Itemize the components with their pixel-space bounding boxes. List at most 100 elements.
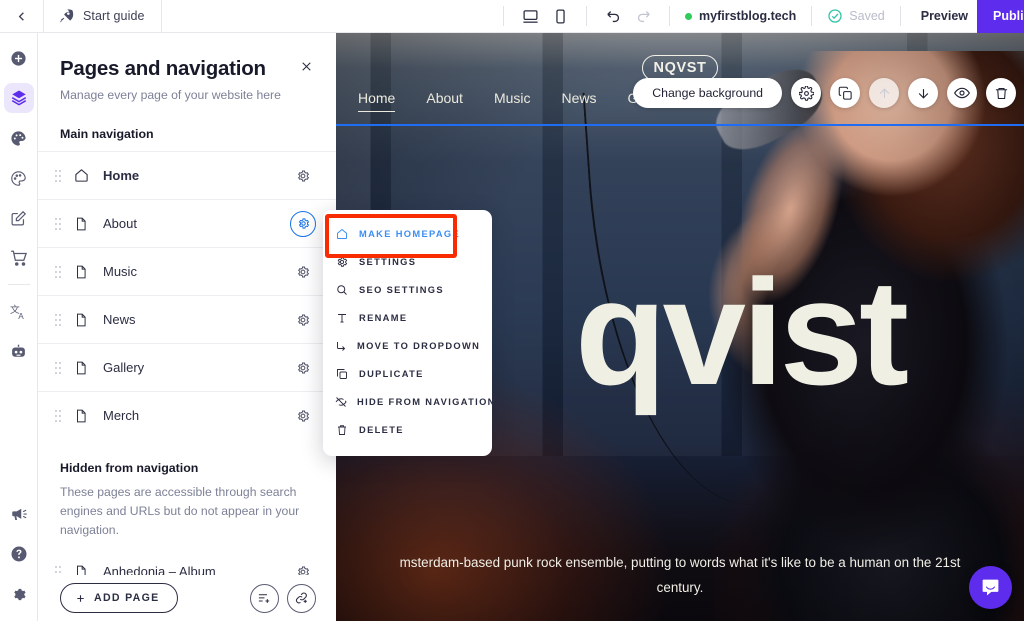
sidebar-item-store[interactable] [4, 243, 34, 273]
text-t-icon [335, 312, 349, 324]
drag-handle-icon[interactable] [54, 169, 66, 183]
page-icon [66, 361, 96, 375]
page-settings-button[interactable] [290, 307, 316, 333]
hero-tagline: msterdam-based punk rock ensemble, putti… [399, 555, 961, 595]
intercom-chat-button[interactable] [969, 566, 1012, 609]
page-settings-button[interactable] [290, 355, 316, 381]
page-row-merch[interactable]: Merch [38, 391, 336, 439]
section-delete-button[interactable] [986, 78, 1016, 108]
context-menu-delete[interactable]: DELETE [323, 416, 492, 444]
sidebar-item-add-element[interactable] [4, 43, 34, 73]
gear-icon [298, 266, 310, 277]
sidebar-item-languages[interactable]: 文 A [4, 297, 34, 327]
context-menu-make-homepage[interactable]: MAKE HOMEPAGE [323, 220, 492, 248]
eye-off-icon [335, 396, 347, 408]
sidebar-item-theme[interactable] [4, 163, 34, 193]
trash-icon [995, 87, 1007, 99]
page-row-about[interactable]: About [38, 199, 336, 247]
page-icon [66, 313, 96, 327]
add-link-button[interactable] [287, 583, 316, 613]
edit-square-icon [11, 210, 27, 225]
page-row-gallery[interactable]: Gallery [38, 343, 336, 391]
sidebar-item-pages-navigation[interactable] [3, 83, 34, 113]
sidebar-item-announcements[interactable] [4, 499, 34, 529]
mobile-view-icon [555, 8, 565, 24]
mobile-view-button[interactable] [547, 3, 573, 29]
page-label: News [103, 312, 136, 327]
site-domain[interactable]: myfirstblog.tech [681, 9, 800, 23]
preview-button[interactable]: Preview [912, 9, 977, 23]
page-settings-button[interactable] [290, 403, 316, 429]
rail-divider [7, 284, 30, 285]
context-menu-rename[interactable]: RENAME [323, 304, 492, 332]
home-icon [335, 228, 349, 240]
sidebar-item-settings[interactable] [4, 579, 34, 609]
site-nav-about[interactable]: About [426, 90, 463, 111]
site-nav-home[interactable]: Home [358, 90, 396, 112]
close-icon [301, 61, 311, 71]
site-nav-news[interactable]: News [562, 90, 597, 111]
hidden-navigation-section: Hidden from navigation These pages are a… [38, 439, 336, 540]
save-status: Saved [823, 8, 888, 24]
arrow-corner-icon [335, 340, 347, 352]
page-row-home[interactable]: Home [38, 151, 336, 199]
site-nav-music[interactable]: Music [494, 90, 531, 111]
add-page-button[interactable]: ADD PAGE [60, 583, 178, 613]
undo-button[interactable] [600, 3, 626, 29]
sidebar-item-help[interactable] [4, 539, 34, 569]
drag-handle-icon[interactable] [54, 313, 66, 327]
section-settings-button[interactable] [791, 78, 821, 108]
save-status-label: Saved [849, 9, 885, 23]
page-label: Home [103, 168, 140, 183]
arrow-down-icon [918, 88, 928, 99]
context-menu-label: SETTINGS [359, 257, 417, 267]
add-dropdown-button[interactable] [250, 583, 279, 613]
redo-icon [637, 10, 650, 22]
context-menu-move-to-dropdown[interactable]: MOVE TO DROPDOWN [323, 332, 492, 360]
start-guide-label: Start guide [83, 9, 145, 23]
page-row-news[interactable]: News [38, 295, 336, 343]
section-move-down-button[interactable] [908, 78, 938, 108]
context-menu-label: MAKE HOMEPAGE [359, 229, 461, 239]
desktop-view-button[interactable] [517, 3, 543, 29]
status-dot-icon [685, 12, 693, 20]
section-duplicate-button[interactable] [830, 78, 860, 108]
page-settings-button[interactable] [290, 163, 316, 189]
drag-handle-icon[interactable] [54, 217, 66, 231]
page-row-music[interactable]: Music [38, 247, 336, 295]
back-button[interactable] [0, 0, 44, 32]
context-menu-label: RENAME [359, 313, 408, 323]
change-background-button[interactable]: Change background [633, 78, 782, 108]
page-label: Gallery [103, 360, 145, 375]
page-settings-button[interactable] [290, 259, 316, 285]
shopping-cart-icon [10, 250, 27, 266]
context-menu-duplicate[interactable]: DUPLICATE [323, 360, 492, 388]
palette-filled-icon [11, 130, 26, 146]
drag-handle-icon[interactable] [54, 265, 66, 279]
section-move-up-button [869, 78, 899, 108]
context-menu-settings[interactable]: SETTINGS [323, 248, 492, 276]
context-menu-seo-settings[interactable]: SEO SETTINGS [323, 276, 492, 304]
hidden-navigation-title: Hidden from navigation [60, 461, 199, 475]
start-guide-button[interactable]: Start guide [44, 0, 162, 32]
gear-icon [335, 256, 349, 268]
panel-subtitle: Manage every page of your website here [60, 88, 281, 102]
sidebar-item-apps[interactable] [4, 337, 34, 367]
check-circle-icon [828, 9, 842, 23]
sidebar-item-blog-editor[interactable] [4, 203, 34, 233]
close-panel-button[interactable] [296, 56, 316, 76]
page-settings-button-active[interactable] [290, 210, 316, 237]
drag-handle-icon[interactable] [54, 409, 66, 423]
section-visibility-button[interactable] [947, 78, 977, 108]
sidebar-item-site-styles[interactable] [4, 123, 34, 153]
layers-icon [11, 90, 26, 106]
chevron-left-icon [18, 11, 24, 21]
drag-handle-icon[interactable] [54, 361, 66, 375]
duplicate-icon [335, 368, 349, 380]
publish-button[interactable]: Publish [977, 0, 1024, 33]
top-bar: Start guide myfirstblog.tech Saved Previ… [0, 0, 1024, 33]
context-menu-hide-from-navigation[interactable]: HIDE FROM NAVIGATION [323, 388, 494, 416]
page-icon [66, 217, 96, 231]
chat-bubble-icon [982, 579, 999, 596]
gear-icon [798, 85, 814, 101]
